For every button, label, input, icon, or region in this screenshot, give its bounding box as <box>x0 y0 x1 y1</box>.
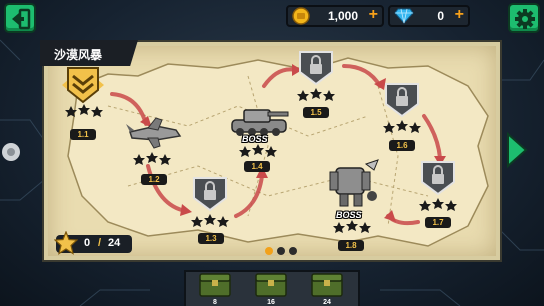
stage-label: 1.7 <box>425 217 451 228</box>
locked-stage-icon <box>385 83 419 118</box>
gem-counter: 0 + <box>388 5 470 27</box>
ammo-crate-icon <box>255 273 287 297</box>
coin-icon <box>292 7 310 25</box>
stage-label: 1.3 <box>198 233 224 244</box>
boss-mech-icon <box>329 159 379 207</box>
stage-1-2[interactable]: 1.2 <box>126 116 182 185</box>
diamond-icon <box>394 8 414 24</box>
page-indicator <box>264 243 298 261</box>
locked-stage-icon <box>193 177 227 212</box>
stage-label: 1.2 <box>141 174 167 185</box>
stage-1-4[interactable]: BOSS 1.4 <box>228 102 290 172</box>
region-name: 沙漠风暴 <box>54 48 103 62</box>
reward-tray: 8 16 24 <box>184 270 360 306</box>
stage-label: 1.1 <box>70 129 96 140</box>
stage-1-8[interactable]: BOSS 1.8 <box>322 158 382 251</box>
settings-button[interactable] <box>508 3 540 33</box>
stage-stars <box>383 120 421 133</box>
stars-earned: 0 <box>84 237 91 249</box>
stage-label: 1.6 <box>389 140 415 151</box>
add-gems-button[interactable]: + <box>455 6 464 24</box>
ammo-crate-icon <box>199 273 231 297</box>
stage-label: 1.5 <box>303 107 329 118</box>
plane-icon <box>126 117 182 149</box>
side-gear-icon <box>2 143 20 161</box>
reward-star-requirement: 8 <box>213 299 217 306</box>
locked-stage-icon <box>421 161 455 196</box>
boss-label: BOSS <box>242 134 268 144</box>
stage-label: 1.8 <box>338 240 364 251</box>
gem-value: 0 <box>437 9 444 23</box>
stage-1-7[interactable]: 1.7 <box>418 160 458 228</box>
stage-1-6[interactable]: 1.6 <box>382 82 422 151</box>
stage-1-3[interactable]: 1.3 <box>190 176 230 244</box>
reward-chest-3[interactable]: 24 <box>310 272 344 306</box>
reward-chest-1[interactable]: 8 <box>198 272 232 306</box>
stars-total: 24 <box>108 237 121 249</box>
reward-chest-2[interactable]: 16 <box>254 272 288 306</box>
page-dots <box>265 247 297 255</box>
reward-star-requirement: 16 <box>267 299 275 306</box>
stage-1-1[interactable]: 1.1 <box>62 66 104 140</box>
ammo-crate-icon <box>311 273 343 297</box>
region-title-tag: 沙漠风暴 <box>40 40 138 66</box>
coin-value: 1,000 <box>327 9 358 23</box>
stage-stars <box>239 144 277 157</box>
stage-stars <box>191 214 229 227</box>
stage-stars <box>133 152 171 165</box>
stars-separator: / <box>98 237 102 249</box>
back-arrow-icon <box>12 8 31 30</box>
stage-stars <box>65 104 103 117</box>
stage-stars <box>297 88 335 101</box>
boss-label: BOSS <box>336 210 362 220</box>
gear-icon <box>515 9 535 29</box>
coin-counter: 1,000 + <box>286 5 384 27</box>
stage-1-5[interactable]: 1.5 <box>296 50 336 118</box>
star-counter: 0 / 24 <box>54 231 132 255</box>
stage-stars <box>333 220 371 233</box>
reward-star-requirement: 24 <box>323 299 331 306</box>
current-stage-shield-icon <box>62 67 104 104</box>
locked-stage-icon <box>299 51 333 86</box>
add-coins-button[interactable]: + <box>369 6 378 24</box>
star-icon <box>54 231 78 255</box>
back-button[interactable] <box>4 3 36 33</box>
stage-stars <box>419 198 457 211</box>
stage-label: 1.4 <box>244 161 270 172</box>
chevron-right-icon[interactable] <box>506 132 528 168</box>
